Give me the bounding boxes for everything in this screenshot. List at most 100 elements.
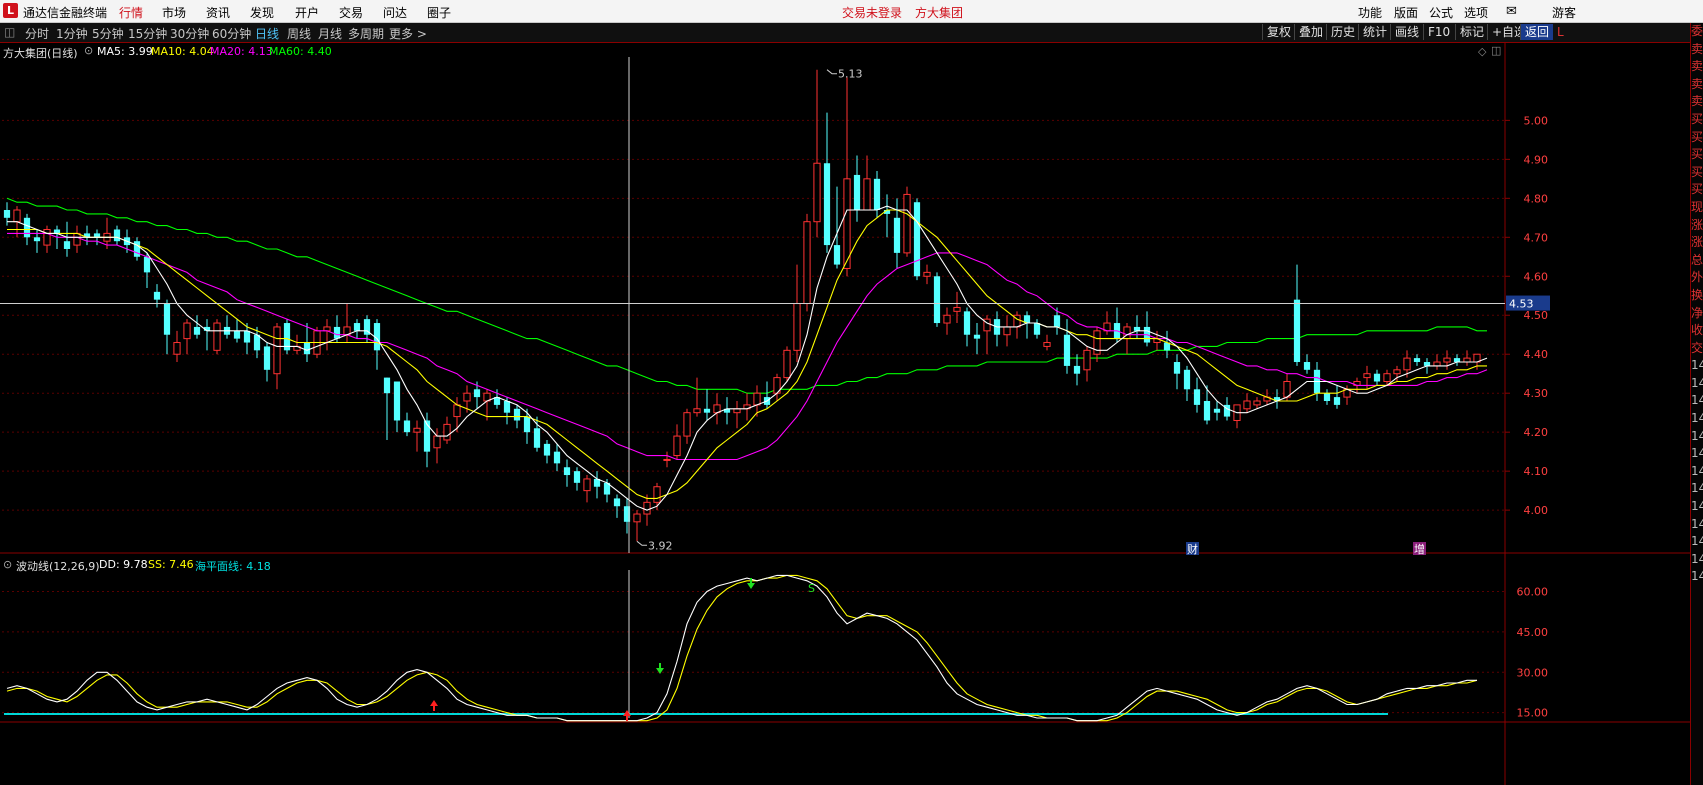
candle-body [193, 326, 201, 335]
chart-options-icon[interactable]: ⊙ [84, 44, 93, 57]
candle-body [783, 349, 791, 379]
candle-body [1333, 397, 1341, 405]
order-book-label: 买 [1691, 129, 1703, 144]
price-tick-label: 5.00 [1524, 114, 1549, 127]
history-button[interactable]: 历史 [1326, 24, 1359, 40]
indicator-options-icon[interactable]: ⊙ [3, 558, 12, 571]
period-tab-15min[interactable]: 15分钟 [128, 25, 167, 42]
candle-body [1123, 326, 1131, 340]
statistics-button[interactable]: 统计 [1358, 24, 1391, 40]
order-book-label: 14 [1691, 358, 1703, 373]
period-tab-multi[interactable]: 多周期 [348, 25, 384, 42]
kline-chart: 5.00 4.90 4.80 4.70 4.60 4.50 4.40 4.30 4.20 4.10… [0, 42, 1690, 785]
candle-body [553, 451, 561, 464]
trade-login-status[interactable]: 交易未登录 [842, 4, 902, 21]
overlay-button[interactable]: 叠加 [1294, 24, 1327, 40]
panel-toggle-icon[interactable]: ◫ [4, 25, 15, 39]
candle-body [773, 377, 781, 394]
menu-item-quotes[interactable]: 行情 [119, 4, 143, 21]
candle-body [1293, 299, 1301, 363]
menu-item-functions[interactable]: 功能 [1358, 4, 1382, 21]
candle-body [523, 416, 531, 433]
period-tab-daily[interactable]: 日线 [255, 25, 279, 42]
order-book-label: 14 [1691, 411, 1703, 426]
candle-body [363, 319, 371, 335]
diamond-icon[interactable]: ◇ [1478, 45, 1486, 58]
f10-button[interactable]: F10 [1423, 24, 1454, 40]
menu-item-market[interactable]: 市场 [162, 4, 186, 21]
period-tab-weekly[interactable]: 周线 [287, 25, 311, 42]
period-tab-intraday[interactable]: 分时 [25, 25, 49, 42]
menu-item-discover[interactable]: 发现 [250, 4, 274, 21]
menu-item-wenda[interactable]: 问达 [383, 4, 407, 21]
menu-item-open-account[interactable]: 开户 [295, 4, 319, 21]
candle-body [333, 326, 341, 339]
candle-body [583, 478, 591, 492]
candle-body [263, 346, 271, 370]
price-tick-label: 4.30 [1524, 387, 1549, 400]
candle-body [1003, 326, 1011, 336]
candle-body [1153, 338, 1161, 344]
order-book-label: 卖 [1691, 76, 1703, 91]
candle-body [573, 471, 581, 483]
order-book-label: 卖 [1691, 59, 1703, 74]
candle-body [713, 404, 721, 414]
candle-body [603, 482, 611, 495]
ma60-legend: MA60: 4.40 [269, 45, 332, 58]
candle-body [1343, 388, 1351, 398]
menu-item-news[interactable]: 资讯 [206, 4, 230, 21]
menu-item-layout[interactable]: 版面 [1394, 4, 1418, 21]
ma-lines-layer [7, 205, 1488, 511]
period-tab-60min[interactable]: 60分钟 [212, 25, 251, 42]
candle-body [653, 486, 661, 503]
candle-body [1453, 358, 1461, 363]
order-book-label: 换 [1691, 287, 1703, 302]
period-tab-monthly[interactable]: 月线 [318, 25, 342, 42]
menu-item-options[interactable]: 选项 [1464, 4, 1488, 21]
period-tab-1min[interactable]: 1分钟 [56, 25, 88, 42]
order-book-label: 涨 [1691, 217, 1703, 232]
candle-body [393, 381, 401, 421]
panel-letter-icon[interactable]: L [1553, 24, 1568, 40]
draw-line-button[interactable]: 画线 [1390, 24, 1423, 40]
back-button[interactable]: 返回 [1520, 24, 1554, 40]
price-tick-label: 4.40 [1524, 348, 1549, 361]
mail-icon[interactable]: ✉ [1506, 4, 1517, 19]
candle-body [273, 326, 281, 375]
high-pointer [826, 69, 837, 75]
window-icon[interactable]: ◫ [1491, 44, 1501, 57]
candle-body [303, 342, 311, 355]
candle-body [893, 217, 901, 253]
period-tab-5min[interactable]: 5分钟 [92, 25, 124, 42]
menu-item-formula[interactable]: 公式 [1429, 4, 1453, 21]
mark-button[interactable]: 标记 [1455, 24, 1488, 40]
candle-body [23, 217, 31, 238]
guest-label[interactable]: 游客 [1552, 4, 1576, 21]
candle-body [293, 345, 301, 351]
candle-body [473, 389, 481, 398]
crosshair-price-box [1506, 295, 1550, 311]
price-axis-layer: 5.00 4.90 4.80 4.70 4.60 4.50 4.40 4.30 4.20 4.10… [1505, 114, 1549, 720]
order-book-label: 委 [1691, 24, 1703, 38]
candle-body [1353, 381, 1361, 386]
financial-event-marker [1186, 542, 1199, 555]
menu-item-trade[interactable]: 交易 [339, 4, 363, 21]
candle-body [993, 319, 1001, 335]
period-toolbar: ◫ 分时 1分钟 5分钟 15分钟 30分钟 60分钟 日线 周线 月线 多周期… [0, 23, 1690, 43]
candle-body [1043, 342, 1051, 347]
candle-body [733, 408, 741, 414]
candle-body [1053, 315, 1061, 327]
order-book-label: 总 [1691, 252, 1703, 267]
period-tab-more[interactable]: 更多 > [389, 25, 427, 42]
menu-item-circle[interactable]: 圈子 [427, 4, 451, 21]
candle-body [693, 408, 701, 414]
ma60-layer [6, 197, 1487, 394]
period-tab-30min[interactable]: 30分钟 [170, 25, 209, 42]
restore-rights-button[interactable]: 复权 [1262, 24, 1295, 40]
candle-body [253, 334, 261, 351]
candles-layer [3, 69, 1481, 542]
price-tick-label: 4.60 [1524, 270, 1549, 283]
candle-body [183, 322, 191, 340]
candle-body [223, 326, 231, 335]
candle-body [1283, 381, 1291, 398]
